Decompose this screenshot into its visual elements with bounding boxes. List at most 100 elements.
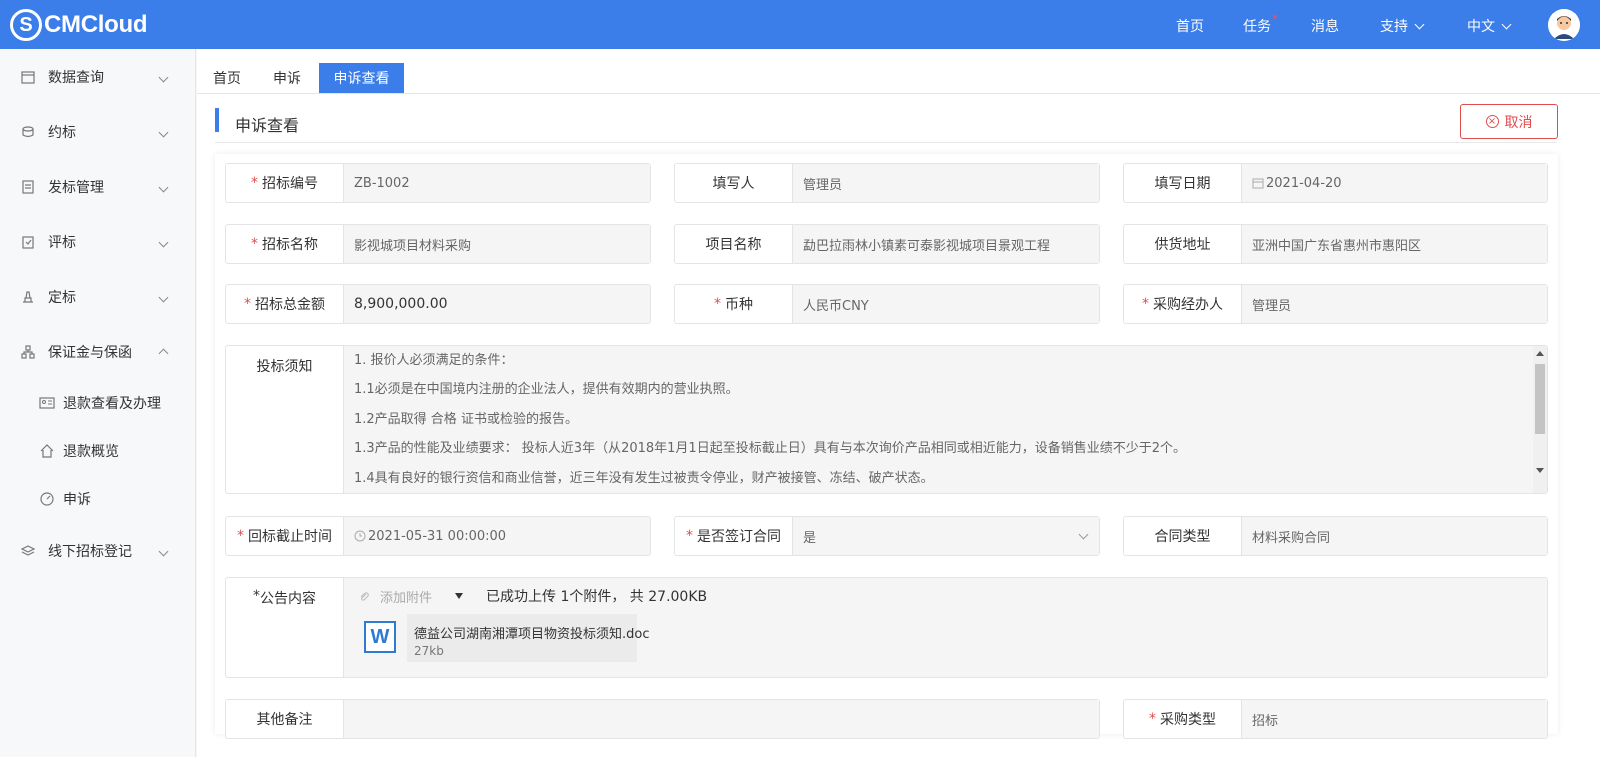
sidebar-subitem-refund[interactable]: 退款查看及办理 [0,385,196,421]
notice-line: 1.3产品的性能及业绩要求： 投标人近3年（从2018年1月1日起至投标截止日）… [354,441,1186,457]
sidebar-item-offline[interactable]: 线下招标登记 [0,531,196,571]
clock-icon [354,530,366,542]
required-mark: * [686,528,693,544]
chevron-down-icon [1414,19,1425,30]
field-label: 招标编号 [262,176,318,192]
purchaser-field: * 采购经办人 管理员 [1123,284,1548,324]
notice-line: 1.1必须是在中国境内注册的企业法人，提供有效期内的营业执照。 [354,382,739,398]
chevron-up-icon [158,348,169,359]
avatar-icon [1548,9,1580,41]
layers-icon [20,545,36,556]
nav-tasks-label: 任务 [1243,19,1271,35]
notice-line: 1.4具有良好的银行资信和商业信誉，近三年没有发生过被责令停业，财产被接管、冻结… [354,470,934,486]
sidebar-item-data-query[interactable]: 数据查询 [0,57,196,97]
project-name-value: 勐巴拉雨林小镇素可泰影视城项目景观工程 [793,225,1099,263]
remarks-field: 其他备注 [225,699,1100,739]
sidebar-item-evaluate[interactable]: 评标 [0,222,196,262]
sign-contract-field: * 是否签订合同 是 [674,516,1100,556]
purchase-type-field: * 采购类型 招标 [1123,699,1548,739]
logo-mark-icon: S [10,9,42,41]
project-name-field: 项目名称 勐巴拉雨林小镇素可泰影视城项目景观工程 [674,224,1100,264]
notice-field: 投标须知 1. 报价人必须满足的条件： 1.1必须是在中国境内注册的企业法人，提… [225,345,1548,494]
currency-value: 人民币CNY [793,285,1099,323]
supply-address-value: 亚洲中国广东省惠州市惠阳区 [1242,225,1547,263]
page-title: 申诉查看 [235,116,300,135]
tab-appeal-view[interactable]: 申诉查看 [319,63,404,93]
nav-messages[interactable]: 消息 [1311,16,1339,36]
required-mark: * [1149,711,1156,727]
sidebar-item-invite[interactable]: 约标 [0,112,196,152]
scroll-down-icon[interactable] [1536,468,1544,473]
remarks-value [344,700,1099,738]
chevron-down-icon [158,292,169,302]
add-attachment-label: 添加附件 [380,591,433,606]
chevron-down-icon [158,182,169,192]
sidebar-item-publish[interactable]: 发标管理 [0,167,196,207]
field-label: 招标名称 [262,237,318,253]
word-file-icon: W [364,621,396,653]
clipboard-icon [22,236,34,249]
title-divider [215,142,1557,143]
nav-tasks[interactable]: 任务 * [1243,12,1278,36]
nav-language[interactable]: 中文 [1467,16,1512,36]
contract-type-value: 材料采购合同 [1242,517,1547,555]
field-label: 项目名称 [675,225,793,263]
tab-appeal[interactable]: 申诉 [269,63,305,93]
field-label: 采购类型 [1160,712,1216,728]
sidebar-item-award[interactable]: 定标 [0,277,196,317]
chevron-down-icon [158,237,169,247]
fill-date-field: 填写日期 2021-04-20 [1123,163,1548,203]
contract-type-field: 合同类型 材料采购合同 [1123,516,1548,556]
sidebar-subitem-appeal[interactable]: 申诉 [0,481,196,517]
required-mark: * [1142,296,1149,312]
tab-home[interactable]: 首页 [209,63,245,93]
field-label: 供货地址 [1124,225,1242,263]
database-icon [21,71,35,84]
stamp-icon [23,291,33,303]
user-avatar[interactable] [1548,9,1580,41]
field-label: 其他备注 [226,700,344,738]
nav-home[interactable]: 首页 [1176,16,1204,36]
scroll-up-icon[interactable] [1536,351,1544,356]
top-header: S CMCloud 首页 任务 * 消息 支持 中文 [0,0,1600,49]
deadline-field: * 回标截止时间 2021-05-31 00:00:00 [225,516,651,556]
add-attachment-button[interactable]: 添加附件 [358,587,432,606]
dashboard-icon [40,492,54,506]
chevron-down-icon [158,72,169,82]
deadline-value: 2021-05-31 00:00:00 [368,528,507,544]
sign-contract-select[interactable]: 是 [793,517,1099,555]
required-mark: * [244,296,251,312]
sidebar-subitem-label: 申诉 [63,492,91,508]
total-amount-value: 8,900,000.00 [344,285,650,323]
document-icon [22,180,34,194]
sidebar-item-label: 评标 [48,235,76,251]
notice-scrollbar[interactable] [1533,346,1547,493]
sidebar-subitem-refund-overview[interactable]: 退款概览 [0,433,196,469]
nav-language-label: 中文 [1467,19,1495,35]
file-name[interactable]: 德益公司湖南湘潭项目物资投标须知.doc [414,623,650,642]
nav-support[interactable]: 支持 [1380,16,1425,36]
sidebar-item-label: 约标 [48,125,76,141]
announcement-field: * 公告内容 添加附件 已成功上传 1个附件， 共 27.00KB W 德益公司湖… [225,577,1548,678]
chevron-down-icon [1501,19,1512,30]
logo-text: CMCloud [44,11,148,38]
required-mark: * [714,296,721,312]
required-mark: * [237,528,244,544]
scroll-thumb[interactable] [1535,364,1545,434]
notice-line: 1. 报价人必须满足的条件： [354,353,514,368]
sidebar-item-label: 数据查询 [48,70,104,86]
notice-textarea[interactable]: 1. 报价人必须满足的条件： 1.1必须是在中国境内注册的企业法人，提供有效期内… [344,346,1547,493]
cancel-button[interactable]: × 取消 [1460,104,1558,139]
org-icon [21,345,35,359]
purchaser-value: 管理员 [1242,285,1547,323]
required-mark: * [253,588,260,604]
home-icon [40,444,54,458]
sidebar-item-guarantee[interactable]: 保证金与保函 [0,332,196,372]
field-label: 回标截止时间 [248,529,332,545]
field-label: 采购经办人 [1153,297,1223,313]
field-label: 填写日期 [1124,164,1242,202]
attachment-dropdown-icon[interactable] [455,593,463,599]
field-label: 公告内容 [260,591,316,607]
paperclip-icon [360,591,369,601]
logo[interactable]: S CMCloud [10,9,148,41]
